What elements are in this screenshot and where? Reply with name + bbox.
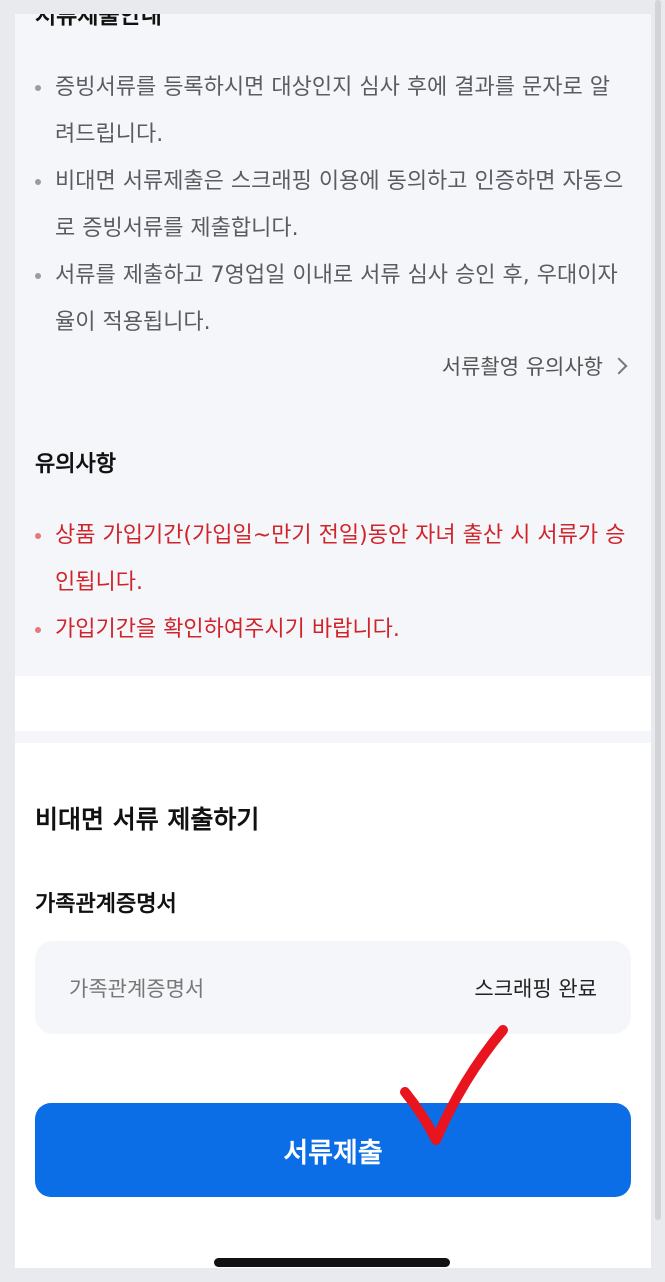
photo-guide-link-label: 서류촬영 유의사항 (441, 355, 603, 379)
home-indicator[interactable] (214, 1258, 450, 1267)
list-item: 서류를 제출하고 7영업일 이내로 서류 심사 승인 후, 우대이자율이 적용됩… (35, 252, 627, 346)
list-item: 가입기간을 확인하여주시기 바랍니다. (35, 606, 627, 653)
section-divider (15, 731, 651, 743)
document-row[interactable]: 가족관계증명서 스크래핑 완료 (35, 941, 631, 1034)
list-item: 비대면 서류제출은 스크래핑 이용에 동의하고 인증하면 자동으로 증빙서류를 … (35, 158, 627, 252)
guide-list: 증빙서류를 등록하시면 대상인지 심사 후에 결과를 문자로 알려드립니다. 비… (35, 64, 627, 346)
guide-section: 서류제출안내 증빙서류를 등록하시면 대상인지 심사 후에 결과를 문자로 알려… (15, 14, 651, 676)
chevron-right-icon (610, 357, 628, 375)
document-name: 가족관계증명서 (69, 976, 205, 1001)
guide-title: 서류제출안내 (35, 14, 162, 29)
scrollbar[interactable] (655, 0, 661, 1220)
list-item: 상품 가입기간(가입일~만기 전일)동안 자녀 출산 시 서류가 승인됩니다. (35, 512, 627, 606)
submit-documents-button[interactable]: 서류제출 (35, 1103, 631, 1197)
document-status: 스크래핑 완료 (474, 976, 597, 1001)
submission-title: 비대면 서류 제출하기 (35, 805, 260, 834)
photo-guide-link[interactable]: 서류촬영 유의사항 (442, 351, 631, 381)
document-label: 가족관계증명서 (35, 892, 177, 917)
caution-list: 상품 가입기간(가입일~만기 전일)동안 자녀 출산 시 서류가 승인됩니다. … (35, 512, 627, 653)
caution-title: 유의사항 (35, 452, 116, 477)
document-submission-screen: 서류제출안내 증빙서류를 등록하시면 대상인지 심사 후에 결과를 문자로 알려… (15, 14, 651, 1268)
list-item: 증빙서류를 등록하시면 대상인지 심사 후에 결과를 문자로 알려드립니다. (35, 64, 627, 158)
